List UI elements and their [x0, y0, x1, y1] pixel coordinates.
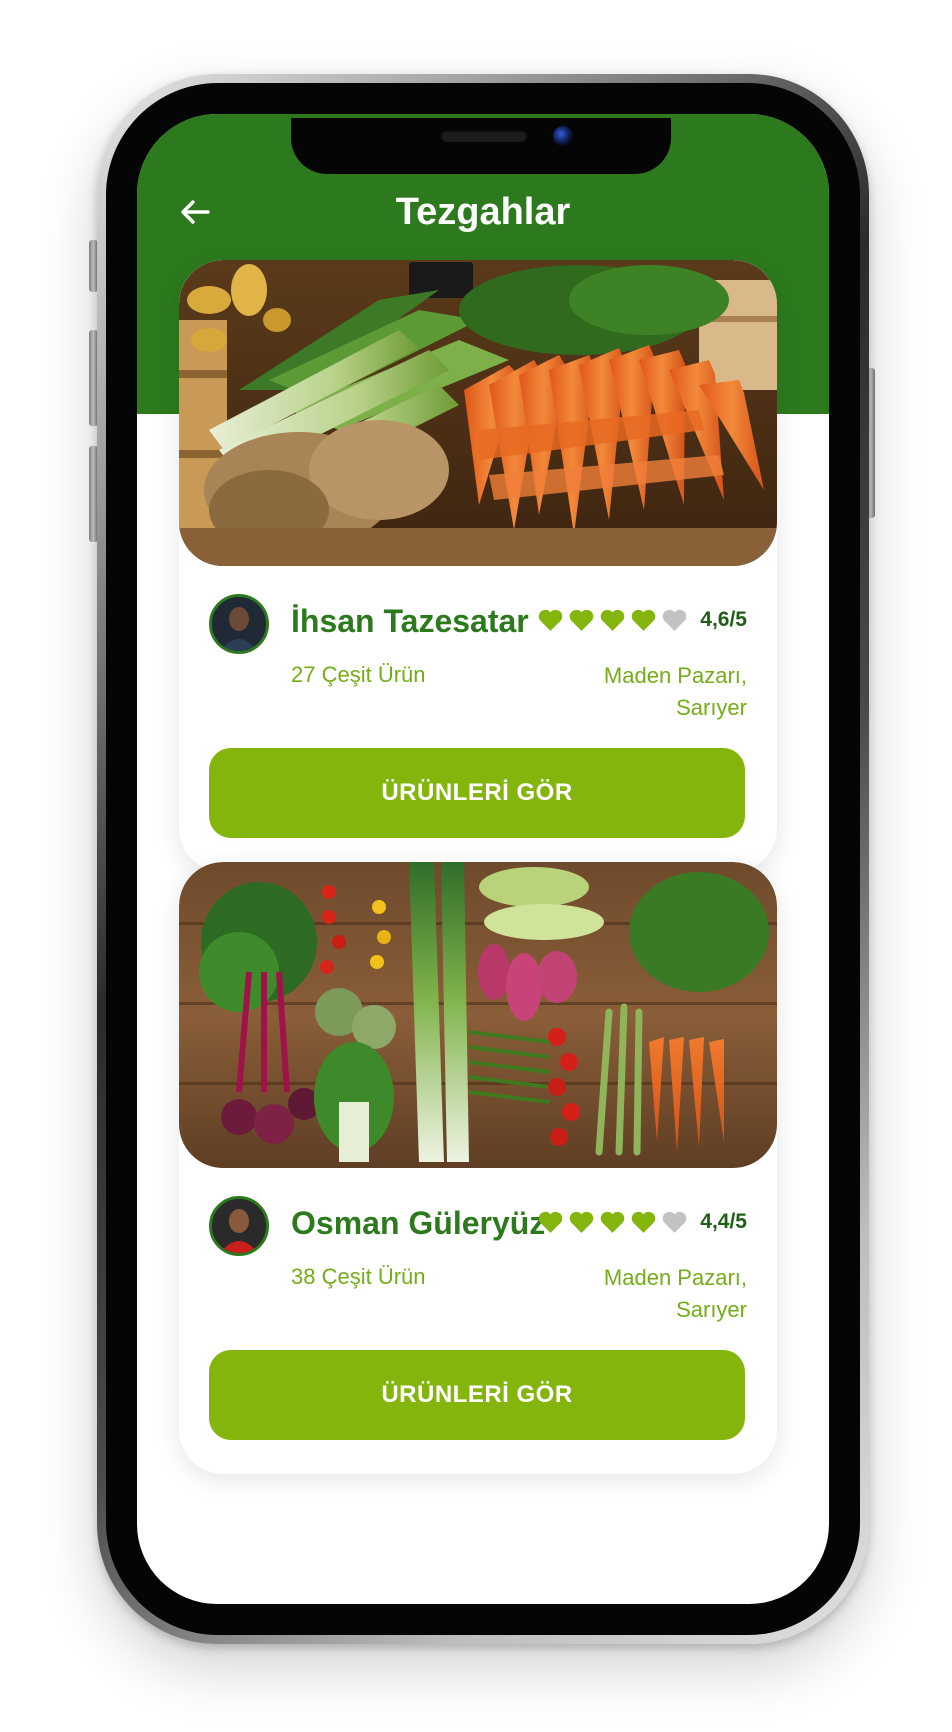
- page-title: Tezgahlar: [395, 191, 571, 233]
- stall-location: Maden Pazarı, Sarıyer: [527, 1262, 747, 1326]
- view-products-button[interactable]: ÜRÜNLERİ GÖR: [209, 748, 745, 838]
- location-line: Sarıyer: [676, 1297, 747, 1322]
- stall-card: İhsan Tazesatar 4,6/5 27 Çeşit Ürün Made…: [179, 260, 777, 872]
- heart-icon: [631, 609, 656, 631]
- rating: 4,6/5: [537, 605, 747, 635]
- product-count: 38 Çeşit Ürün: [291, 1264, 426, 1289]
- view-products-button[interactable]: ÜRÜNLERİ GÖR: [209, 1350, 745, 1440]
- stall-location: Maden Pazarı, Sarıyer: [527, 660, 747, 724]
- heart-icon: [600, 609, 625, 631]
- speaker-grille: [441, 130, 527, 142]
- heart-empty-icon: [662, 609, 687, 631]
- stall-photo: [179, 862, 777, 1168]
- vendor-name: İhsan Tazesatar: [291, 603, 529, 639]
- vendor-avatar: [209, 1196, 269, 1256]
- location-line: Maden Pazarı,: [603, 663, 747, 688]
- stall-card: Osman Güleryüz 4,4/5 38 Çeşit Ürün Maden…: [179, 862, 777, 1474]
- location-line: Maden Pazarı,: [603, 1265, 747, 1290]
- product-count: 27 Çeşit Ürün: [291, 662, 426, 687]
- heart-empty-icon: [662, 1211, 687, 1233]
- rating: 4,4/5: [537, 1207, 747, 1237]
- front-camera: [553, 126, 573, 146]
- heart-icon: [569, 609, 594, 631]
- phone-screen: Tezgahlar İhsan Tazesatar 4,6/5 27 Çeşit…: [137, 114, 829, 1604]
- vendor-name: Osman Güleryüz: [291, 1205, 546, 1241]
- heart-icon: [631, 1211, 656, 1233]
- heart-icon: [538, 609, 563, 631]
- location-line: Sarıyer: [676, 695, 747, 720]
- vendor-avatar: [209, 594, 269, 654]
- phone-notch: [291, 118, 671, 174]
- heart-icon: [538, 1211, 563, 1233]
- heart-icon: [569, 1211, 594, 1233]
- rating-value: 4,4/5: [700, 1210, 747, 1233]
- phone-frame: Tezgahlar İhsan Tazesatar 4,6/5 27 Çeşit…: [97, 74, 869, 1644]
- stall-photo: [179, 260, 777, 566]
- heart-icon: [600, 1211, 625, 1233]
- rating-value: 4,6/5: [700, 608, 747, 631]
